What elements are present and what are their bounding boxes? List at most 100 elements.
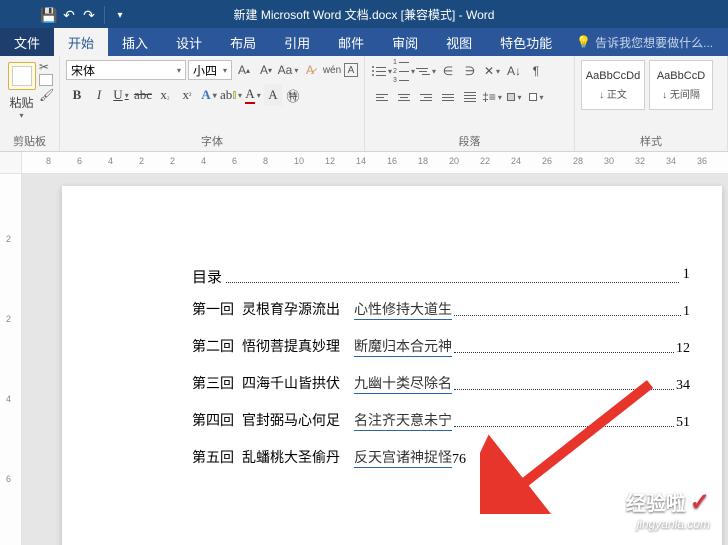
group-label-font: 字体 xyxy=(66,131,358,151)
qat-customize-icon[interactable]: ▾ xyxy=(111,6,129,24)
increase-indent-button[interactable]: ∋ xyxy=(459,60,481,82)
tell-me-search[interactable]: 💡告诉我您想要做什么... xyxy=(576,28,713,56)
shading-button[interactable]: ▾ xyxy=(503,86,525,108)
align-left-button[interactable] xyxy=(371,86,393,108)
ruler-horizontal[interactable]: 864224681012141618202224262830323436 xyxy=(0,152,728,174)
watermark-url: jingyanla.com xyxy=(626,517,710,531)
paste-icon xyxy=(8,62,36,90)
toc-row[interactable]: 第三回四海千山皆拱伏九幽十类尽除名34 xyxy=(192,373,690,394)
copy-icon[interactable] xyxy=(39,74,53,86)
toc-text1: 官封弼马心何足 xyxy=(242,410,340,431)
paste-label: 粘贴 xyxy=(9,94,33,111)
tab-mail[interactable]: 邮件 xyxy=(324,28,378,56)
toc-chapter: 第二回 xyxy=(192,336,234,357)
format-painter-icon[interactable]: 🖌 xyxy=(39,88,53,100)
check-icon: ✓ xyxy=(690,489,710,516)
toc-page-number: 76 xyxy=(452,452,466,468)
toc-page-number: 1 xyxy=(683,304,690,320)
tab-layout[interactable]: 布局 xyxy=(216,28,270,56)
sort-button[interactable]: A↓ xyxy=(503,60,525,82)
toc-row[interactable]: 第四回官封弼马心何足名注齐天意未宁51 xyxy=(192,410,690,431)
toc-row[interactable]: 第二回悟彻菩提真妙理断魔归本合元神12 xyxy=(192,336,690,357)
redo-icon[interactable]: ↷ xyxy=(80,6,98,24)
ruler-number: 16 xyxy=(387,156,397,166)
toc-page-number: 34 xyxy=(676,378,690,394)
show-marks-button[interactable]: ¶ xyxy=(525,60,547,82)
ruler-number: 4 xyxy=(6,394,11,404)
style-nospacing[interactable]: AaBbCcD ↓ 无间隔 xyxy=(649,60,713,110)
font-color-button[interactable]: A▾ xyxy=(242,84,264,106)
tab-home[interactable]: 开始 xyxy=(54,28,108,56)
ruler-number: 36 xyxy=(697,156,707,166)
ruler-number: 6 xyxy=(232,156,237,166)
character-border-button[interactable]: A xyxy=(344,63,358,77)
leader-dots xyxy=(226,266,678,283)
highlight-button[interactable]: ab▾ xyxy=(220,84,242,106)
numbering-button[interactable]: 123▾ xyxy=(393,60,415,82)
decrease-indent-button[interactable]: ∈ xyxy=(437,60,459,82)
style-name: ↓ 无间隔 xyxy=(662,86,700,101)
style-normal[interactable]: AaBbCcDd ↓ 正文 xyxy=(581,60,645,110)
group-font: 宋体▾ 小四▾ A▴ A▾ Aa▾ A̷ wén A B I U▾ abc x₂… xyxy=(60,56,365,151)
line-spacing-button[interactable]: ‡≡▾ xyxy=(481,86,503,108)
undo-icon[interactable]: ↶ xyxy=(60,6,78,24)
distributed-button[interactable] xyxy=(459,86,481,108)
borders-button[interactable]: ▾ xyxy=(525,86,547,108)
bullets-button[interactable]: ▾ xyxy=(371,60,393,82)
superscript-button[interactable]: x² xyxy=(176,84,198,106)
ruler-number: 6 xyxy=(77,156,82,166)
tab-special[interactable]: 特色功能 xyxy=(486,28,566,56)
paste-button[interactable]: 粘贴 ▾ xyxy=(6,60,37,120)
chevron-down-icon: ▾ xyxy=(177,66,181,75)
bold-button[interactable]: B xyxy=(66,84,88,106)
ruler-number: 24 xyxy=(511,156,521,166)
font-size-select[interactable]: 小四▾ xyxy=(188,60,232,80)
italic-button[interactable]: I xyxy=(88,84,110,106)
font-size-value: 小四 xyxy=(193,62,217,79)
asian-layout-button[interactable]: ✕▾ xyxy=(481,60,503,82)
shrink-font-button[interactable]: A▾ xyxy=(256,60,276,80)
ruler-number: 30 xyxy=(604,156,614,166)
group-label-styles: 样式 xyxy=(581,131,721,151)
toc-text2: 九幽十类尽除名 xyxy=(354,373,452,394)
character-shading-button[interactable]: A xyxy=(264,84,282,106)
ruler-number: 6 xyxy=(6,474,11,484)
ruler-number: 26 xyxy=(542,156,552,166)
multilevel-list-button[interactable]: ▾ xyxy=(415,60,437,82)
tab-view[interactable]: 视图 xyxy=(432,28,486,56)
clear-formatting-button[interactable]: A̷ xyxy=(300,60,320,80)
toc-row[interactable]: 第一回灵根育孕源流出心性修持大道生1 xyxy=(192,299,690,320)
ruler-number: 12 xyxy=(325,156,335,166)
tab-references[interactable]: 引用 xyxy=(270,28,324,56)
text-effects-button[interactable]: A▾ xyxy=(198,84,220,106)
save-icon[interactable]: 💾 xyxy=(40,6,58,24)
ruler-vertical[interactable]: 2246 xyxy=(0,174,22,545)
cut-icon[interactable]: ✂ xyxy=(39,60,53,72)
divider xyxy=(104,6,105,24)
ruler-number: 4 xyxy=(201,156,206,166)
underline-button[interactable]: U▾ xyxy=(110,84,132,106)
watermark: 经验啦✓ jingyanla.com xyxy=(626,487,710,531)
subscript-button[interactable]: x₂ xyxy=(154,84,176,106)
justify-button[interactable] xyxy=(437,86,459,108)
tab-design[interactable]: 设计 xyxy=(162,28,216,56)
strikethrough-button[interactable]: abc xyxy=(132,84,154,106)
toc-page-number: 12 xyxy=(676,341,690,357)
align-center-button[interactable] xyxy=(393,86,415,108)
toc-chapter: 第一回 xyxy=(192,299,234,320)
phonetic-guide-button[interactable]: wén xyxy=(322,60,342,80)
leader-dots xyxy=(454,315,681,316)
tab-file[interactable]: 文件 xyxy=(0,28,54,56)
toc-chapter: 第三回 xyxy=(192,373,234,394)
grow-font-button[interactable]: A▴ xyxy=(234,60,254,80)
font-name-select[interactable]: 宋体▾ xyxy=(66,60,186,80)
tab-insert[interactable]: 插入 xyxy=(108,28,162,56)
toc-row[interactable]: 第五回乱蟠桃大圣偷丹反天宫诸神捉怪76 xyxy=(192,447,690,468)
align-right-button[interactable] xyxy=(415,86,437,108)
change-case-button[interactable]: Aa▾ xyxy=(278,60,298,80)
tab-review[interactable]: 审阅 xyxy=(378,28,432,56)
window-title: 新建 Microsoft Word 文档.docx [兼容模式] - Word xyxy=(234,6,495,23)
group-clipboard: 粘贴 ▾ ✂ 🖌 剪贴板 xyxy=(0,56,60,151)
page[interactable]: 目录 1 第一回灵根育孕源流出心性修持大道生1第二回悟彻菩提真妙理断魔归本合元神… xyxy=(62,186,722,545)
enclose-characters-button[interactable]: ㊕ xyxy=(282,84,304,106)
